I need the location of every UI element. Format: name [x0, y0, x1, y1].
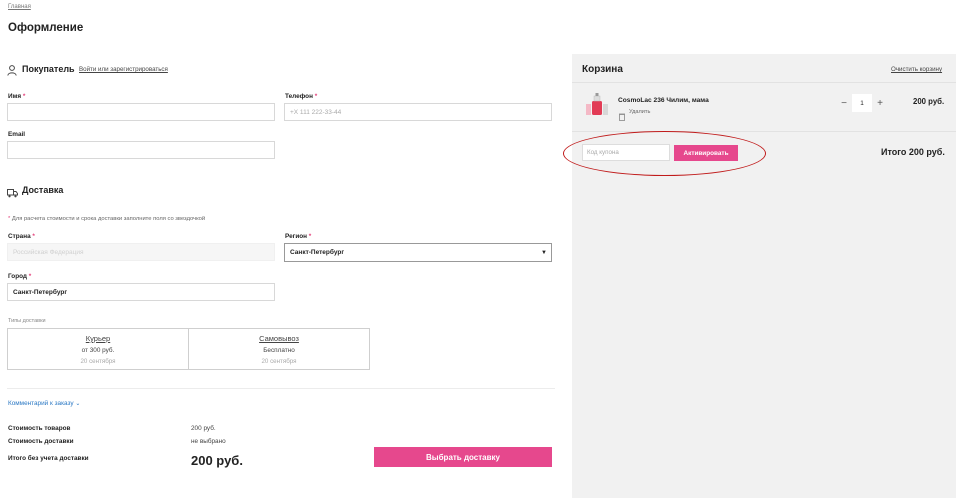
delivery-option-courier[interactable]: Курьер от 300 руб. 20 сентября — [8, 329, 188, 369]
total-value: 200 руб. — [191, 453, 243, 468]
divider — [7, 388, 555, 389]
country-input: Российская Федерация — [7, 243, 275, 261]
buyer-section-title: Покупатель — [22, 64, 75, 74]
cart-total: Итого 200 руб. — [881, 147, 945, 157]
user-icon — [7, 63, 17, 81]
product-image[interactable] — [584, 92, 610, 118]
region-label: Регион * — [285, 233, 312, 240]
region-select[interactable]: Санкт-Петербург ▼ — [284, 243, 552, 262]
delivery-option-name: Курьер — [85, 334, 111, 343]
email-label: Email — [8, 131, 26, 138]
city-input[interactable]: Санкт-Петербург — [7, 283, 275, 301]
item-price: 200 руб. — [913, 97, 945, 106]
goods-cost-value: 200 руб. — [191, 425, 216, 432]
total-label: Итого без учета доставки — [8, 455, 89, 462]
delivery-option-price: Бесплатно — [263, 347, 295, 354]
login-link[interactable]: Войти или зарегистрироваться — [79, 66, 168, 73]
delivery-option-date: 20 сентября — [261, 358, 297, 365]
delivery-hint: * Для расчета стоимости и срока доставки… — [8, 216, 206, 222]
comment-toggle[interactable]: Комментарий к заказу ⌄ — [8, 400, 80, 407]
chevron-down-icon: ⌄ — [75, 401, 81, 407]
delivery-option-name: Самовывоз — [259, 334, 299, 343]
plus-icon[interactable]: + — [872, 94, 888, 112]
clear-cart-link[interactable]: Очистить корзину — [891, 66, 942, 73]
remove-item-link[interactable]: Удалить — [629, 109, 650, 115]
quantity-value[interactable]: 1 — [852, 94, 872, 112]
annotation-oval — [563, 131, 766, 176]
page-title: Оформление — [8, 22, 84, 34]
phone-label: Телефон * — [285, 93, 318, 100]
phone-input[interactable]: +X 111 222-33-44 — [284, 103, 552, 121]
delivery-option-pickup[interactable]: Самовывоз Бесплатно 20 сентября — [188, 329, 369, 369]
choose-delivery-button[interactable]: Выбрать доставку — [374, 447, 552, 467]
truck-icon — [7, 185, 18, 203]
product-name[interactable]: CosmoLac 236 Чилим, мама — [618, 97, 709, 104]
delivery-cost-value: не выбрано — [191, 438, 226, 445]
delivery-option-date: 20 сентября — [80, 358, 116, 365]
delivery-options: Курьер от 300 руб. 20 сентября Самовывоз… — [7, 328, 370, 370]
delivery-cost-label: Стоимость доставки — [8, 438, 74, 445]
region-select-value: Санкт-Петербург — [290, 249, 345, 256]
comment-link-label: Комментарий к заказу — [8, 400, 74, 407]
breadcrumb-home[interactable]: Главная — [8, 4, 31, 10]
name-input[interactable] — [7, 103, 275, 121]
cart-title: Корзина — [582, 64, 623, 75]
delivery-types-label: Типы доставки — [8, 318, 46, 324]
quantity-stepper: − 1 + — [836, 94, 888, 112]
country-label: Страна * — [8, 233, 35, 240]
trash-icon[interactable] — [619, 108, 625, 126]
divider — [572, 82, 956, 83]
chevron-down-icon: ▼ — [541, 250, 547, 256]
delivery-option-price: от 300 руб. — [81, 347, 115, 354]
email-input[interactable] — [7, 141, 275, 159]
minus-icon[interactable]: − — [836, 94, 852, 112]
name-label: Имя * — [8, 93, 26, 100]
goods-cost-label: Стоимость товаров — [8, 425, 71, 432]
cart-panel — [572, 54, 956, 498]
city-label: Город * — [8, 273, 32, 280]
delivery-section-title: Доставка — [22, 185, 64, 195]
